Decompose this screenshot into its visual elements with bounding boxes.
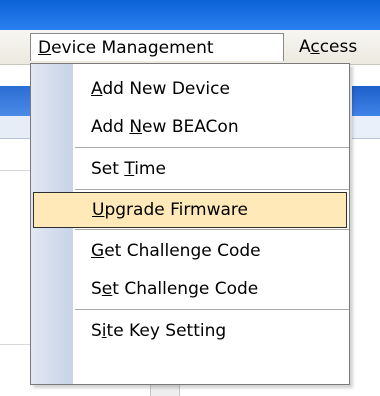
menu-separator [75, 147, 349, 148]
device-management-dropdown: Add New Device Add New BEACon Set Time U… [30, 63, 350, 385]
menu-item-add-new-device[interactable]: Add New Device [31, 70, 349, 108]
menu-item-set-time[interactable]: Set Time [31, 150, 349, 188]
background-tab-right [352, 116, 380, 139]
menu-item-upgrade-firmware[interactable]: Upgrade Firmware [33, 192, 347, 228]
menu-separator [75, 309, 349, 310]
background-panel-header [0, 86, 30, 116]
background-divider [0, 344, 30, 345]
background-tab [0, 116, 30, 139]
menu-access[interactable]: Access [292, 33, 364, 61]
menu-item-get-challenge-code[interactable]: Get Challenge Code [31, 232, 349, 270]
menu-separator [75, 189, 349, 190]
background-panel-header-right [352, 86, 380, 116]
background-divider [0, 170, 30, 171]
menu-item-add-new-beacon[interactable]: Add New BEACon [31, 108, 349, 146]
title-bar [0, 0, 380, 30]
menu-device-management[interactable]: Device Management [30, 33, 284, 61]
menu-bar: Device Management Access [0, 30, 380, 65]
menu-separator [75, 229, 349, 230]
menu-item-site-key-setting[interactable]: Site Key Setting [31, 312, 349, 350]
menu-item-set-challenge-code[interactable]: Set Challenge Code [31, 270, 349, 308]
